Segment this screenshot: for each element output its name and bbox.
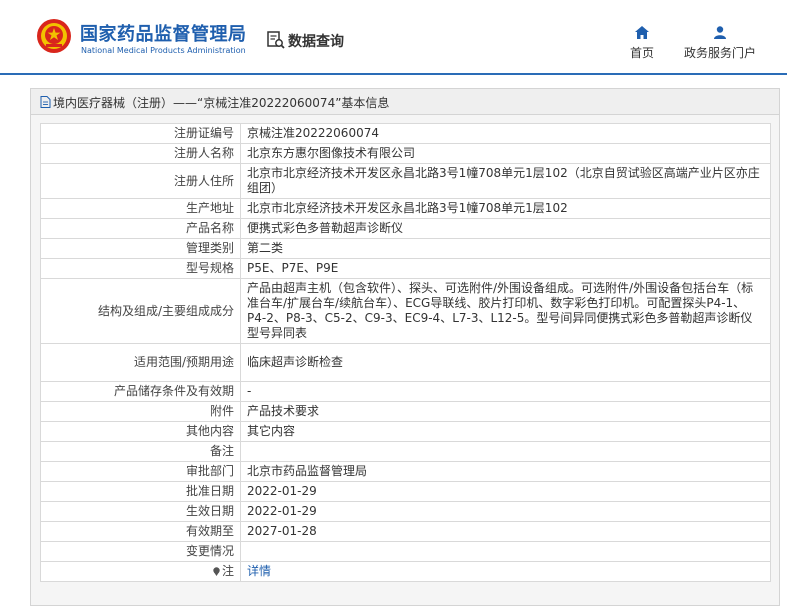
field-value: 北京东方惠尔图像技术有限公司 <box>240 143 771 164</box>
detail-table: 注册证编号 京械注准20222060074 注册人名称 北京东方惠尔图像技术有限公司注… <box>40 123 771 582</box>
panel-title: 境内医疗器械（注册）——“京械注准20222060074”基本信息 <box>53 96 390 110</box>
field-value: 京械注准20222060074 <box>240 123 771 144</box>
table-row: 生效日期 2022-01-29 <box>40 501 771 522</box>
field-value: 2022-01-29 <box>240 481 771 502</box>
field-label: 注册人住所 <box>40 163 241 199</box>
nav-home-label: 首页 <box>629 46 654 60</box>
field-value: 北京市北京经济技术开发区永昌北路3号1幢708单元1层102（北京自贸试验区高端… <box>240 163 771 199</box>
field-value: 产品由超声主机（包含软件）、探头、可选附件/外围设备组成。可选附件/外围设备包括… <box>240 278 771 344</box>
note-row: 注详情 <box>40 561 771 582</box>
field-label: 产品储存条件及有效期 <box>40 381 241 402</box>
field-value <box>240 441 771 462</box>
field-value: 2022-01-29 <box>240 501 771 522</box>
table-row: 备注 <box>40 441 771 462</box>
field-label: 审批部门 <box>40 461 241 482</box>
table-row: 适用范围/预期用途 临床超声诊断检查 <box>40 343 771 382</box>
field-label: 生产地址 <box>40 198 241 219</box>
field-label: 生效日期 <box>40 501 241 522</box>
table-row: 有效期至 2027-01-28 <box>40 521 771 542</box>
field-value: 北京市北京经济技术开发区永昌北路3号1幢708单元1层102 <box>240 198 771 219</box>
national-emblem-icon <box>37 19 71 53</box>
table-row: 批准日期 2022-01-29 <box>40 481 771 502</box>
data-query-label: 数据查询 <box>288 34 344 50</box>
brand-name-en: National Medical Products Administration <box>81 46 246 55</box>
nav-gov-label: 政务服务门户 <box>683 46 756 60</box>
field-label: 变更情况 <box>40 541 241 562</box>
note-value: 详情 <box>240 561 771 582</box>
table-row: 注册人名称 北京东方惠尔图像技术有限公司 <box>40 143 771 164</box>
table-row: 产品储存条件及有效期 - <box>40 381 771 402</box>
table-row: 附件 产品技术要求 <box>40 401 771 422</box>
field-value: 第二类 <box>240 238 771 259</box>
field-label: 结构及组成/主要组成成分 <box>40 278 241 344</box>
field-value: 2027-01-28 <box>240 521 771 542</box>
note-label: 注 <box>40 561 241 582</box>
home-icon <box>635 26 649 39</box>
field-value: 临床超声诊断检查 <box>240 343 771 382</box>
field-label: 产品名称 <box>40 218 241 239</box>
note-label-text: 注 <box>221 564 234 578</box>
field-value: P5E、P7E、P9E <box>240 258 771 279</box>
table-row: 注册证编号 京械注准20222060074 <box>40 123 771 144</box>
field-label: 适用范围/预期用途 <box>40 343 241 382</box>
field-value <box>240 541 771 562</box>
details-link[interactable]: 详情 <box>247 564 271 578</box>
brand-name-cn: 国家药品监督管理局 <box>80 24 247 45</box>
field-value: 北京市药品监督管理局 <box>240 461 771 482</box>
field-label: 批准日期 <box>40 481 241 502</box>
field-value: 其它内容 <box>240 421 771 442</box>
field-label: 型号规格 <box>40 258 241 279</box>
table-row: 管理类别 第二类 <box>40 238 771 259</box>
pin-icon <box>213 567 220 576</box>
nav-home[interactable]: 首页 <box>626 26 658 61</box>
table-row: 产品名称 便携式彩色多普勒超声诊断仪 <box>40 218 771 239</box>
field-value: 便携式彩色多普勒超声诊断仪 <box>240 218 771 239</box>
table-row: 生产地址 北京市北京经济技术开发区永昌北路3号1幢708单元1层102 <box>40 198 771 219</box>
field-label: 管理类别 <box>40 238 241 259</box>
field-value: - <box>240 381 771 402</box>
nav-gov-portal[interactable]: 政务服务门户 <box>680 26 760 61</box>
field-label: 备注 <box>40 441 241 462</box>
document-search-icon <box>267 31 285 49</box>
field-label: 有效期至 <box>40 521 241 542</box>
site-header: 国家药品监督管理局 National Medical Products Admi… <box>0 0 787 75</box>
document-icon <box>40 96 51 108</box>
table-row: 其他内容 其它内容 <box>40 421 771 442</box>
table-row: 审批部门 北京市药品监督管理局 <box>40 461 771 482</box>
field-label: 其他内容 <box>40 421 241 442</box>
table-row: 结构及组成/主要组成成分 产品由超声主机（包含软件）、探头、可选附件/外围设备组成… <box>40 278 771 344</box>
table-row: 变更情况 <box>40 541 771 562</box>
field-label: 注册人名称 <box>40 143 241 164</box>
panel-title-bar: 境内医疗器械（注册）——“京械注准20222060074”基本信息 <box>31 89 779 115</box>
field-label: 附件 <box>40 401 241 422</box>
user-icon <box>714 26 726 39</box>
field-label: 注册证编号 <box>40 123 241 144</box>
table-row: 注册人住所 北京市北京经济技术开发区永昌北路3号1幢708单元1层102（北京自贸… <box>40 163 771 199</box>
table-row: 型号规格 P5E、P7E、P9E <box>40 258 771 279</box>
field-value: 产品技术要求 <box>240 401 771 422</box>
info-panel: 境内医疗器械（注册）——“京械注准20222060074”基本信息 注册证编号京… <box>30 88 780 606</box>
